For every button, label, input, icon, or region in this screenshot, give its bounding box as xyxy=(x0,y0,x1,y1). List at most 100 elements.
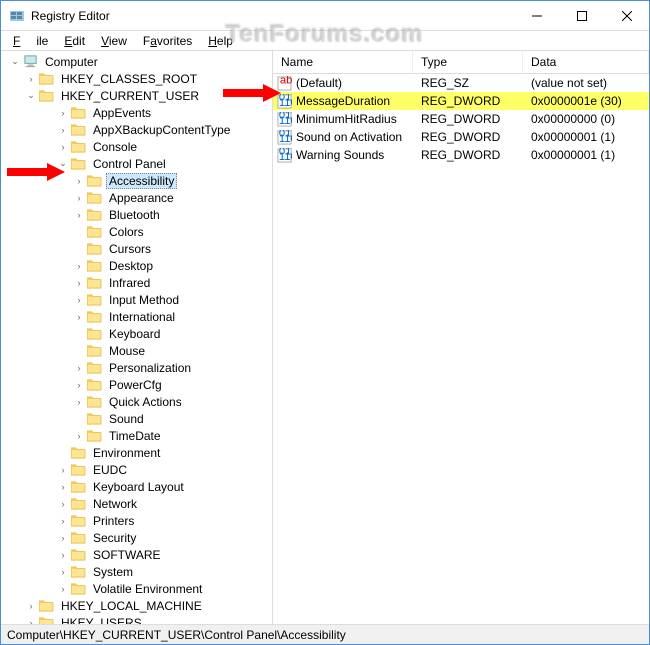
chevron-right-icon[interactable]: › xyxy=(57,515,69,527)
list-pane[interactable]: Name Type Data ab(Default)REG_SZ(value n… xyxy=(273,51,649,624)
tree-item[interactable]: ›Volatile Environment xyxy=(1,580,272,597)
tree-item[interactable]: › PowerCfg xyxy=(1,376,272,393)
tree-item[interactable]: ›HKEY_LOCAL_MACHINE xyxy=(1,597,272,614)
chevron-right-icon[interactable]: › xyxy=(25,617,37,625)
chevron-right-icon[interactable]: › xyxy=(57,481,69,493)
tree-item-label: Cursors xyxy=(106,242,154,256)
chevron-right-icon[interactable]: › xyxy=(25,600,37,612)
tree-item[interactable]: ⌄ Computer xyxy=(1,53,272,70)
tree-item[interactable]: Mouse xyxy=(1,342,272,359)
tree-item[interactable]: ›Printers xyxy=(1,512,272,529)
tree-item-label: AppEvents xyxy=(90,106,154,120)
menu-view[interactable]: View xyxy=(93,32,135,50)
tree-item-label: Network xyxy=(90,497,140,511)
list-row[interactable]: 011110Warning SoundsREG_DWORD0x00000001 … xyxy=(273,146,649,164)
close-button[interactable] xyxy=(604,1,649,30)
tree-item[interactable]: ›HKEY_USERS xyxy=(1,614,272,624)
menu-favorites[interactable]: Favorites xyxy=(135,32,200,50)
chevron-right-icon[interactable]: › xyxy=(57,141,69,153)
chevron-right-icon[interactable]: › xyxy=(73,311,85,323)
list-row[interactable]: 011110Sound on ActivationREG_DWORD0x0000… xyxy=(273,128,649,146)
callout-arrow-value xyxy=(223,84,283,104)
tree-item-label: Quick Actions xyxy=(106,395,185,409)
tree-item[interactable]: › Appearance xyxy=(1,189,272,206)
chevron-right-icon[interactable]: › xyxy=(57,549,69,561)
tree-item[interactable]: ›Security xyxy=(1,529,272,546)
chevron-right-icon[interactable]: › xyxy=(73,396,85,408)
value-name: Warning Sounds xyxy=(296,148,384,162)
chevron-right-icon[interactable]: › xyxy=(73,260,85,272)
value-name: (Default) xyxy=(296,76,342,90)
tree-item[interactable]: › Quick Actions xyxy=(1,393,272,410)
list-row[interactable]: 011110MessageDurationREG_DWORD0x0000001e… xyxy=(273,92,649,110)
tree-item[interactable]: › International xyxy=(1,308,272,325)
chevron-right-icon[interactable]: › xyxy=(73,379,85,391)
chevron-right-icon[interactable]: › xyxy=(57,583,69,595)
chevron-right-icon[interactable]: › xyxy=(73,175,85,187)
tree-item[interactable]: Cursors xyxy=(1,240,272,257)
tree-item[interactable]: ›Keyboard Layout xyxy=(1,478,272,495)
list-row[interactable]: 011110MinimumHitRadiusREG_DWORD0x0000000… xyxy=(273,110,649,128)
tree-item[interactable]: ›AppXBackupContentType xyxy=(1,121,272,138)
menu-edit[interactable]: Edit xyxy=(56,32,93,50)
chevron-right-icon[interactable]: › xyxy=(73,192,85,204)
chevron-right-icon[interactable]: › xyxy=(57,498,69,510)
tree-item[interactable]: ›Personalization xyxy=(1,359,272,376)
svg-text:110: 110 xyxy=(279,115,292,127)
tree-item[interactable]: ›Infrared xyxy=(1,274,272,291)
col-header-type[interactable]: Type xyxy=(413,51,523,73)
chevron-down-icon[interactable]: ⌄ xyxy=(9,56,21,68)
folder-icon xyxy=(87,208,102,221)
tree-item[interactable]: Colors xyxy=(1,223,272,240)
tree-item[interactable]: › AppEvents xyxy=(1,104,272,121)
tree-item[interactable]: ›EUDC xyxy=(1,461,272,478)
chevron-right-icon[interactable]: › xyxy=(73,209,85,221)
tree-item-label: HKEY_CURRENT_USER xyxy=(58,89,202,103)
regdword-icon: 011110 xyxy=(277,148,292,163)
tree-item[interactable]: ›System xyxy=(1,563,272,580)
tree-item[interactable]: Keyboard xyxy=(1,325,272,342)
chevron-right-icon[interactable]: › xyxy=(57,566,69,578)
chevron-down-icon[interactable]: ⌄ xyxy=(25,90,37,102)
tree-item[interactable]: ›Bluetooth xyxy=(1,206,272,223)
col-header-data[interactable]: Data xyxy=(523,51,649,73)
app-icon xyxy=(9,8,25,24)
chevron-right-icon[interactable]: › xyxy=(73,294,85,306)
tree-item[interactable]: › Network xyxy=(1,495,272,512)
tree-item-label: International xyxy=(106,310,178,324)
tree-item[interactable]: Environment xyxy=(1,444,272,461)
tree-item-label: TimeDate xyxy=(106,429,164,443)
chevron-right-icon[interactable]: › xyxy=(73,430,85,442)
chevron-right-icon[interactable]: › xyxy=(73,362,85,374)
tree-item[interactable]: › TimeDate xyxy=(1,427,272,444)
chevron-right-icon[interactable]: › xyxy=(57,464,69,476)
tree-item-label: Keyboard xyxy=(106,327,163,341)
col-header-name[interactable]: Name xyxy=(273,51,413,73)
list-row[interactable]: ab(Default)REG_SZ(value not set) xyxy=(273,74,649,92)
chevron-right-icon[interactable]: › xyxy=(57,107,69,119)
menu-help[interactable]: Help xyxy=(200,32,241,50)
chevron-right-icon[interactable]: › xyxy=(57,124,69,136)
tree-item[interactable]: › Input Method xyxy=(1,291,272,308)
folder-icon xyxy=(87,242,102,255)
tree-item[interactable]: Sound xyxy=(1,410,272,427)
tree-pane[interactable]: ⌄Computer›HKEY_CLASSES_ROOT⌄HKEY_CURRENT… xyxy=(1,51,273,624)
tree-item-label: PowerCfg xyxy=(106,378,165,392)
tree-item[interactable]: › Desktop xyxy=(1,257,272,274)
minimize-button[interactable] xyxy=(514,1,559,30)
tree-item-label: Desktop xyxy=(106,259,156,273)
folder-icon xyxy=(87,310,102,323)
maximize-button[interactable] xyxy=(559,1,604,30)
tree-item[interactable]: ›Console xyxy=(1,138,272,155)
menu-file[interactable]: File xyxy=(5,32,56,50)
titlebar: Registry Editor xyxy=(1,1,649,31)
list-header: Name Type Data xyxy=(273,51,649,74)
tree-item-label: Input Method xyxy=(106,293,182,307)
tree-item-label: Appearance xyxy=(106,191,177,205)
window-title: Registry Editor xyxy=(31,9,514,23)
chevron-right-icon[interactable]: › xyxy=(57,532,69,544)
tree-item-label: Computer xyxy=(42,55,101,69)
chevron-right-icon[interactable]: › xyxy=(25,73,37,85)
tree-item[interactable]: ›SOFTWARE xyxy=(1,546,272,563)
chevron-right-icon[interactable]: › xyxy=(73,277,85,289)
